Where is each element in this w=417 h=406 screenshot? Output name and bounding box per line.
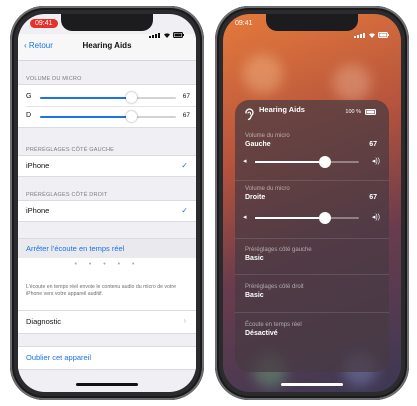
mic-volume-header: VOLUME DU MICRO (26, 76, 82, 82)
left-slider-fill (40, 97, 132, 99)
right-slider-label: D (26, 112, 32, 119)
battery-icon (378, 32, 389, 38)
right-mic-slider[interactable] (40, 111, 176, 122)
preset-right-option: iPhone (26, 206, 50, 215)
checkmark-icon: ✓ (181, 206, 188, 215)
preset-left-value: Basic (245, 255, 264, 262)
right-volume-fill (255, 217, 325, 219)
hearing-aids-panel: Hearing Aids 100 % Volume du micro Gauch… (235, 100, 389, 372)
live-listen-level-dots: • • • • • (74, 261, 140, 268)
divider (26, 106, 196, 107)
right-volume-knob[interactable] (318, 212, 331, 224)
left-side-label: Gauche (245, 141, 271, 148)
ear-icon (245, 108, 254, 121)
preset-left-row[interactable]: iPhone ✓ (18, 155, 196, 177)
left-mic-slider[interactable] (40, 92, 176, 103)
battery-icon (173, 32, 184, 38)
settings-screen: 09:41 ‹ Retour Hearing Aids VOLUME DU MI… (18, 14, 196, 392)
status-time: 09:41 (235, 20, 253, 27)
notch (266, 14, 358, 31)
divider (235, 274, 389, 275)
status-icons (149, 20, 184, 38)
notch (61, 14, 153, 31)
checkmark-icon: ✓ (181, 161, 188, 170)
left-slider-value: 67 (182, 93, 190, 100)
battery-percent: 100 % (345, 109, 361, 115)
preset-right-row[interactable]: iPhone ✓ (18, 200, 196, 222)
diagnostic-row[interactable]: Diagnostic › (18, 310, 196, 334)
live-listen-value: Désactivé (245, 330, 278, 337)
live-listen-label: Écoute en temps réel (245, 322, 302, 328)
chevron-right-icon: › (183, 316, 186, 325)
nav-bar: ‹ Retour Hearing Aids (18, 34, 196, 61)
left-volume-value: 67 (369, 141, 377, 148)
right-volume-label: Volume du micro (245, 186, 290, 192)
battery-icon (365, 109, 376, 115)
right-slider-fill (40, 116, 132, 118)
preset-left-option: iPhone (26, 161, 50, 170)
preset-right-label: Préréglages côté droit (245, 284, 304, 290)
right-slider-knob[interactable] (126, 111, 138, 122)
background-blur (243, 54, 283, 94)
forget-device-row[interactable]: Oublier cet appareil (18, 346, 196, 370)
speaker-high-icon: ◂)) (371, 214, 380, 221)
divider (235, 238, 389, 239)
forget-device-button: Oublier cet appareil (26, 353, 92, 362)
speaker-low-icon: ◂ (243, 214, 247, 221)
presets-right-header: PRÉRÉGLAGES CÔTÉ DROIT (26, 192, 108, 198)
home-indicator[interactable] (76, 383, 138, 386)
speaker-low-icon: ◂ (243, 158, 247, 165)
stop-live-listen-row[interactable]: Arrêter l’écoute en temps réel (18, 238, 196, 260)
presets-left-header: PRÉRÉGLAGES CÔTÉ GAUCHE (26, 147, 115, 153)
right-phone-frame: 09:41 Hearing Aids 100 % Volume du micro… (215, 6, 409, 400)
right-volume-value: 67 (369, 194, 377, 201)
left-slider-label: G (26, 93, 32, 100)
diagnostic-label: Diagnostic (26, 317, 62, 326)
stop-live-listen-button: Arrêter l’écoute en temps réel (26, 244, 125, 253)
left-slider-knob[interactable] (126, 92, 138, 103)
control-center-screen: 09:41 Hearing Aids 100 % Volume du micro… (223, 14, 401, 392)
home-indicator[interactable] (281, 383, 343, 386)
left-volume-knob[interactable] (318, 156, 331, 168)
left-volume-fill (255, 161, 325, 163)
mic-volume-group: G 67 D 67 (18, 84, 196, 128)
wifi-icon (369, 33, 375, 38)
left-phone-frame: 09:41 ‹ Retour Hearing Aids VOLUME DU MI… (10, 6, 204, 400)
divider (235, 180, 389, 181)
speaker-high-icon: ◂)) (371, 158, 380, 165)
live-listen-note: L’écoute en temps réel envoie le contenu… (26, 284, 176, 297)
wifi-icon (164, 33, 170, 38)
preset-right-value: Basic (245, 292, 264, 299)
right-volume-slider[interactable] (255, 212, 359, 224)
divider (235, 312, 389, 313)
status-time: 09:41 (30, 19, 58, 28)
status-icons (354, 20, 389, 38)
right-side-label: Droite (245, 194, 266, 201)
preset-left-label: Préréglages côté gauche (245, 247, 312, 253)
panel-title: Hearing Aids (259, 105, 305, 114)
page-title: Hearing Aids (82, 41, 132, 50)
right-slider-value: 67 (182, 112, 190, 119)
left-volume-label: Volume du micro (245, 133, 290, 139)
left-volume-slider[interactable] (255, 156, 359, 168)
background-blur (333, 64, 371, 102)
